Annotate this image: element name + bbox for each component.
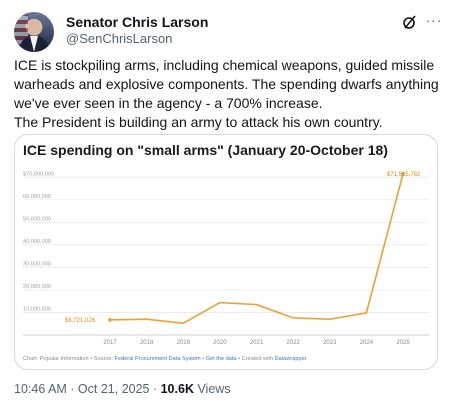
data-point: [108, 318, 112, 322]
more-icon[interactable]: ···: [424, 10, 444, 30]
annotation-last-value: $71,515,762: [387, 172, 421, 178]
y-tick-label: $70,000,000: [23, 171, 54, 177]
footer-prefix: Chart: Popular Information • Source:: [23, 356, 115, 362]
author-handle[interactable]: @SenChrisLarson: [66, 31, 172, 46]
source-link[interactable]: Federal Procurement Data System: [115, 356, 201, 362]
tweet-meta: 10:46 AM · Oct 21, 2025 · 10.6K Views: [14, 382, 231, 396]
x-tick-label: 2024: [360, 340, 374, 346]
x-tick-label: 2025: [396, 340, 410, 346]
y-tick-label: 20,000,000: [23, 284, 51, 290]
series-line: [109, 173, 404, 325]
datawrapper-link[interactable]: Datawrapper: [275, 356, 307, 362]
grok-icon[interactable]: [402, 14, 418, 30]
y-tick-label: 60,000,000: [23, 194, 51, 200]
author-name[interactable]: Senator Chris Larson: [66, 14, 208, 30]
footer-created: • Created with: [236, 356, 275, 362]
x-tick-label: 2018: [140, 340, 154, 346]
x-tick-label: 2020: [213, 340, 227, 346]
x-tick-label: 2023: [323, 340, 337, 346]
tweet-line-2: The President is building an army to att…: [14, 114, 383, 130]
annotation-first-value: $6,721,026: [65, 318, 96, 324]
chart-card[interactable]: ICE spending on "small arms" (January 20…: [14, 134, 438, 370]
chart-svg: $70,000,000 60,000,000 50,000,000 40,000,00…: [23, 171, 429, 346]
y-tick-label: 30,000,000: [23, 261, 51, 267]
chart-footer: Chart: Popular Information • Source: Fed…: [23, 356, 307, 362]
get-data-link[interactable]: Get the data: [206, 356, 237, 362]
avatar[interactable]: [14, 12, 54, 52]
y-tick-label: 50,000,000: [23, 216, 51, 222]
tweet-line-1: ICE is stockpiling arms, including chemi…: [14, 57, 439, 111]
x-tick-label: 2017: [103, 340, 117, 346]
views-count: 10.6K: [160, 382, 194, 396]
x-tick-label: 2021: [250, 340, 264, 346]
y-tick-label: 40,000,000: [23, 239, 51, 245]
tweet-text: ICE is stockpiling arms, including chemi…: [14, 56, 450, 132]
y-tick-label: 10,000,000: [23, 306, 51, 312]
x-tick-label: 2022: [286, 340, 300, 346]
timestamp[interactable]: 10:46 AM · Oct 21, 2025 ·: [14, 382, 161, 396]
views-label: Views: [193, 382, 231, 396]
x-tick-label: 2019: [177, 340, 191, 346]
